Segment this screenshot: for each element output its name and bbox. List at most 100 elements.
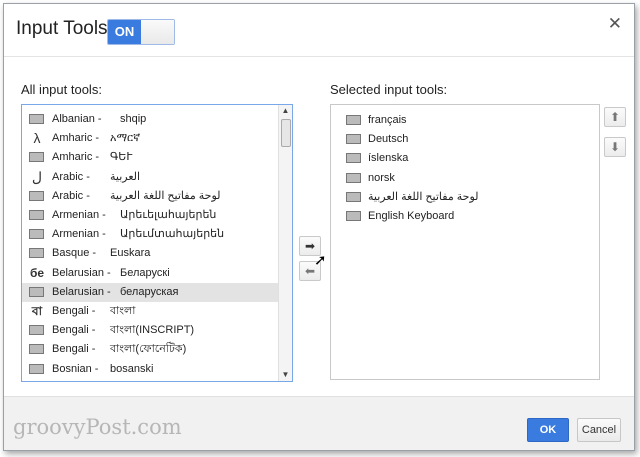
tool-native-name: አማርኛ — [110, 132, 141, 145]
arrow-up-icon: ⬆ — [609, 110, 621, 124]
tool-native-name: bosanski — [110, 362, 154, 375]
input-tool-row[interactable]: Albanian - shqip — [22, 110, 278, 129]
transliteration-icon: λ — [33, 130, 41, 147]
move-down-button[interactable]: ⬇ — [604, 137, 626, 157]
cancel-button[interactable]: Cancel — [577, 418, 621, 442]
keyboard-icon — [346, 172, 361, 183]
selected-tool-name: norsk — [368, 171, 395, 184]
keyboard-icon — [29, 286, 44, 297]
transliteration-icon: বা — [31, 304, 43, 318]
selected-tools-label: Selected input tools: — [330, 82, 448, 97]
tool-language: Armenian - — [52, 228, 106, 241]
all-tools-items: Albanian - shqip λ Amharic - አማርኛ Amharic - ԳԵ… — [22, 105, 292, 381]
selected-tool-row[interactable]: norsk — [331, 169, 599, 188]
move-up-button[interactable]: ⬆ — [604, 107, 626, 127]
tool-native-name: Беларускі — [120, 266, 170, 279]
toggle-knob — [141, 20, 174, 44]
selected-tool-name: لوحة مفاتيح اللغة العربية — [368, 190, 479, 203]
input-tool-row[interactable]: Armenian - Արեւմտահայերեն — [22, 225, 278, 244]
tool-language: Arabic - — [52, 189, 90, 202]
selected-tool-row[interactable]: English Keyboard — [331, 207, 599, 226]
tool-native-name: لوحة مفاتيح اللغة العربية — [110, 189, 221, 202]
input-tool-row[interactable]: Amharic - ԳԵՒ — [22, 148, 278, 167]
selected-tool-row[interactable]: Deutsch — [331, 130, 599, 149]
selected-tools-items: français Deutsch íslenska norsk لوحة مفاتيح … — [331, 105, 599, 379]
tool-native-name: Արեւելահայերեն — [120, 209, 217, 221]
input-tool-row[interactable]: Bengali - বাংলা(ফোনেটিক) — [22, 340, 278, 359]
tool-language: Armenian - — [52, 209, 106, 221]
arrow-down-icon: ⬇ — [609, 140, 621, 154]
input-tool-row[interactable]: Bengali - বাংলা(INSCRIPT) — [22, 321, 278, 340]
tool-language: Albanian - — [52, 113, 102, 125]
keyboard-icon — [29, 344, 44, 355]
input-tools-dialog: Input Tools ON ✕ All input tools: Select… — [3, 3, 635, 451]
all-tools-list[interactable]: Albanian - shqip λ Amharic - አማርኛ Amharic - ԳԵ… — [21, 104, 293, 382]
keyboard-icon — [346, 191, 361, 202]
input-tool-row[interactable]: бе Belarusian - Беларускі — [22, 264, 278, 283]
all-tools-label: All input tools: — [21, 82, 102, 97]
transliteration-icon: ل — [31, 168, 43, 185]
scroll-thumb[interactable] — [281, 119, 291, 147]
tool-language: Bengali - — [52, 324, 96, 337]
tool-native-name: shqip — [120, 113, 147, 125]
close-icon[interactable]: ✕ — [608, 14, 622, 34]
keyboard-icon — [29, 210, 44, 220]
tool-language: Belarusian - — [52, 266, 111, 279]
tool-native-name: العربية — [110, 170, 141, 183]
tool-language: Belarusian - — [52, 285, 111, 298]
tool-native-name: беларуская — [120, 285, 179, 298]
input-tool-row[interactable]: বা Bengali - বাংলা — [22, 302, 278, 321]
selected-tool-name: français — [368, 114, 407, 126]
tool-native-name: বাংলা(ফোনেটিক) — [110, 343, 187, 356]
scroll-down-icon[interactable]: ▼ — [279, 369, 292, 381]
transliteration-icon: бе — [29, 265, 45, 280]
header-divider — [4, 56, 634, 57]
keyboard-icon — [346, 211, 361, 221]
tool-language: Bengali - — [52, 343, 96, 356]
selected-tool-row[interactable]: لوحة مفاتيح اللغة العربية — [331, 188, 599, 207]
tool-native-name: বাংলা — [110, 305, 136, 317]
keyboard-icon — [29, 248, 44, 259]
tool-language: Bosnian - — [52, 362, 99, 375]
tool-language: Amharic - — [52, 132, 100, 145]
tool-native-name: ԳԵՒ — [110, 151, 133, 164]
tool-language: Arabic - — [52, 170, 90, 183]
input-tool-row[interactable]: Bosnian - bosanski — [22, 360, 278, 379]
keyboard-icon — [346, 115, 361, 125]
mouse-pointer-icon: ➚ — [314, 252, 327, 269]
dialog-footer: groovyPost.com OK Cancel — [4, 396, 634, 450]
selected-tool-row[interactable]: français — [331, 111, 599, 130]
keyboard-icon — [346, 153, 361, 164]
selected-tool-name: íslenska — [368, 152, 409, 165]
input-tool-row[interactable]: Armenian - Արեւելահայերեն — [22, 206, 278, 225]
selected-tools-list[interactable]: français Deutsch íslenska norsk لوحة مفاتيح … — [330, 104, 600, 380]
keyboard-icon — [29, 363, 44, 374]
tool-language: Amharic - — [52, 151, 100, 164]
keyboard-icon — [29, 114, 44, 124]
watermark: groovyPost.com — [13, 415, 182, 439]
selected-tool-name: Deutsch — [368, 133, 409, 146]
selected-tool-row[interactable]: íslenska — [331, 149, 599, 168]
tool-native-name: বাংলা(INSCRIPT) — [110, 324, 195, 337]
keyboard-icon — [29, 190, 44, 201]
input-tool-row[interactable]: λ Amharic - አማርኛ — [22, 129, 278, 148]
tool-language: Bengali - — [52, 305, 96, 317]
tool-native-name: Euskara — [110, 247, 151, 260]
input-tools-toggle[interactable]: ON — [107, 19, 175, 45]
ok-button[interactable]: OK — [527, 418, 569, 442]
all-tools-scrollbar[interactable]: ▲ ▼ — [278, 105, 292, 381]
input-tool-row[interactable]: Belarusian - беларуская — [22, 282, 278, 302]
input-tool-row[interactable]: ل Arabic - العربية — [22, 168, 278, 187]
toggle-on-label: ON — [108, 20, 141, 44]
tool-native-name: Արեւմտահայերեն — [120, 228, 225, 241]
tool-language: Basque - — [52, 247, 97, 260]
keyboard-icon — [29, 229, 44, 240]
input-tool-row[interactable]: Basque - Euskara — [22, 244, 278, 263]
selected-tool-name: English Keyboard — [368, 210, 455, 222]
keyboard-icon — [29, 152, 44, 163]
keyboard-icon — [29, 325, 44, 336]
scroll-up-icon[interactable]: ▲ — [279, 105, 292, 117]
dialog-title: Input Tools — [16, 18, 108, 39]
input-tool-row[interactable]: Arabic - لوحة مفاتيح اللغة العربية — [22, 187, 278, 206]
keyboard-icon — [346, 134, 361, 145]
